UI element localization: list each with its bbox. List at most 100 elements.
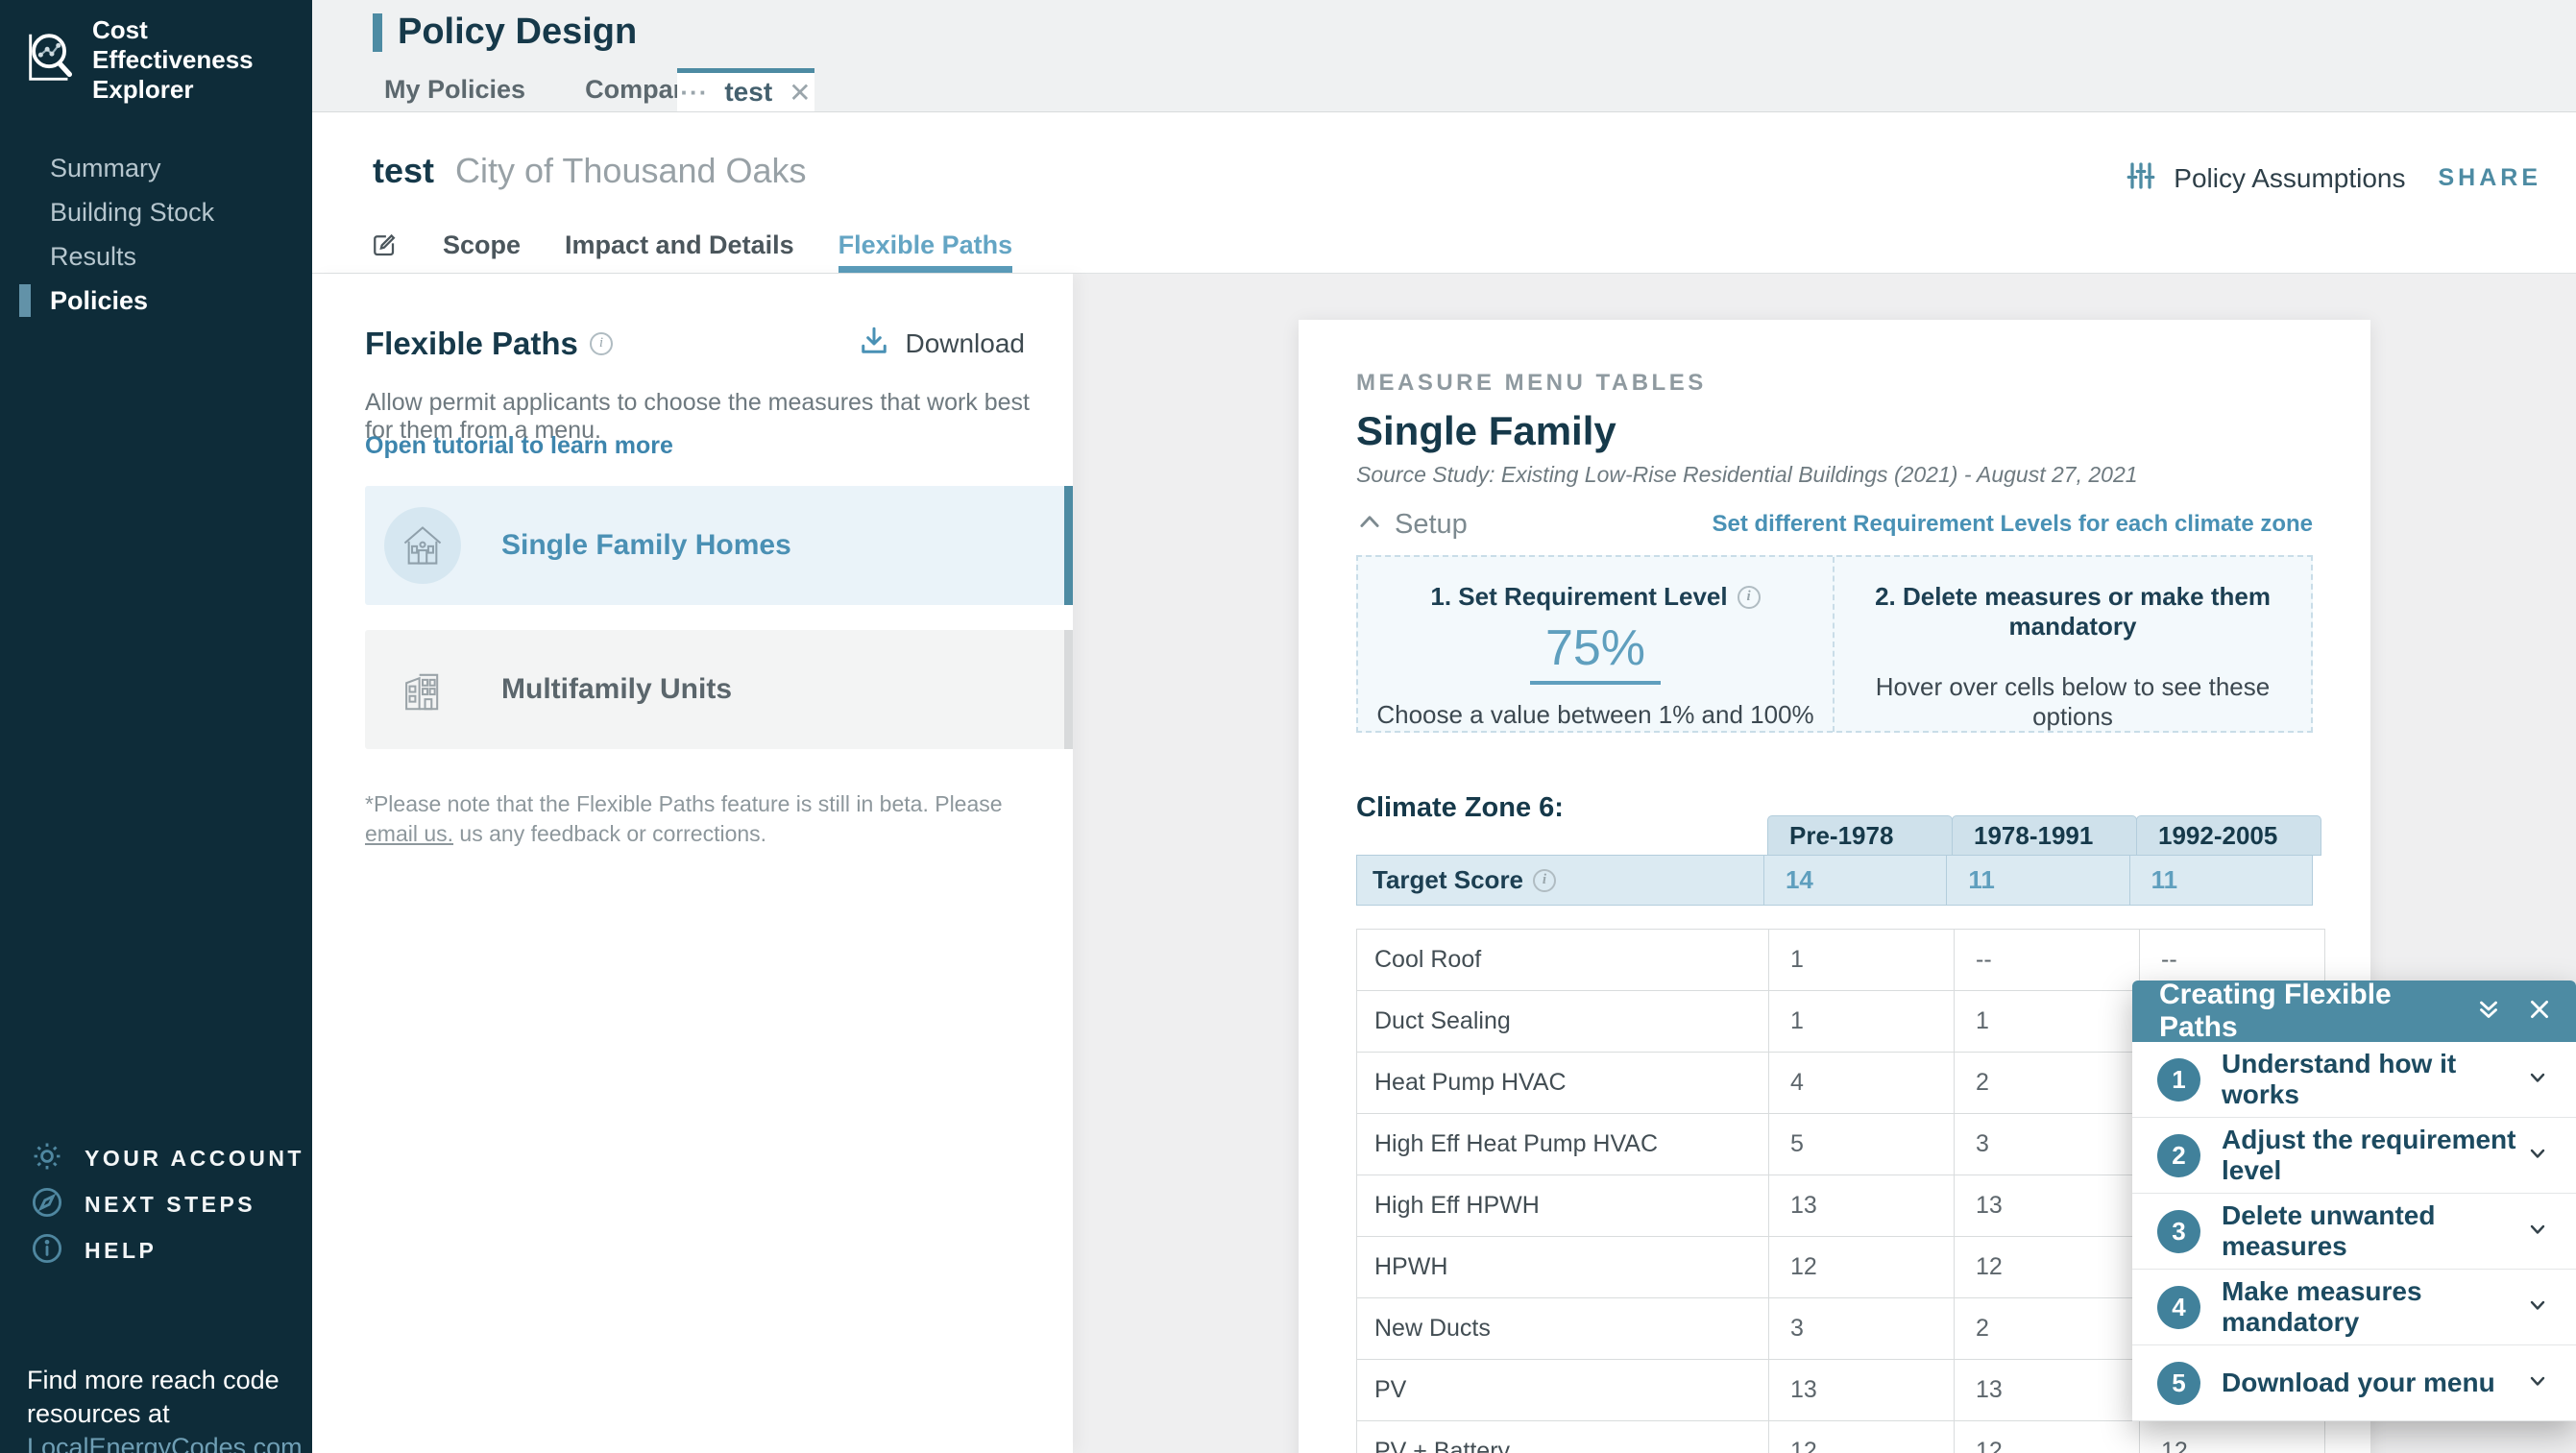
measure-value[interactable]: 12 — [1769, 1421, 1955, 1453]
column-header-pre-1978: Pre-1978 — [1767, 815, 1953, 856]
sidebar-footer-nav: YOUR ACCOUNT NEXT STEPS HELP — [0, 1135, 312, 1273]
tab-test-active[interactable]: ··· test ✕ — [677, 68, 814, 111]
measure-name: PV — [1357, 1360, 1769, 1421]
measure-name: PV + Battery — [1357, 1421, 1769, 1453]
tutorial-step-1[interactable]: 1 Understand how it works — [2132, 1042, 2576, 1118]
table-row: PV + Battery 12 12 12 — [1357, 1421, 2325, 1453]
tab-impact-and-details[interactable]: Impact and Details — [565, 217, 794, 273]
target-score-value[interactable]: 11 — [1946, 855, 2130, 906]
measure-value[interactable]: 1 — [1769, 930, 1955, 991]
tutorial-step-2[interactable]: 2 Adjust the requirement level — [2132, 1118, 2576, 1194]
setup-collapse-toggle[interactable]: Setup — [1356, 509, 1468, 541]
measure-value[interactable]: 5 — [1769, 1114, 1955, 1175]
your-account-button[interactable]: YOUR ACCOUNT — [0, 1135, 312, 1181]
tutorial-step-5[interactable]: 5 Download your menu — [2132, 1345, 2576, 1421]
flexible-paths-title: Flexible Paths — [365, 325, 578, 361]
app-logo[interactable]: Cost Effectiveness Explorer — [21, 15, 312, 105]
measure-name: HPWH — [1357, 1237, 1769, 1298]
next-steps-button[interactable]: NEXT STEPS — [0, 1181, 312, 1227]
measure-value[interactable]: 2 — [1955, 1298, 2140, 1360]
download-button[interactable]: Download — [857, 324, 1025, 363]
measure-value[interactable]: 13 — [1769, 1175, 1955, 1237]
measure-value[interactable]: 2 — [1955, 1053, 2140, 1114]
step-number-badge: 1 — [2157, 1057, 2200, 1102]
tab-test-label: test — [724, 77, 773, 107]
column-header-1978-1991: 1978-1991 — [1952, 815, 2137, 856]
open-tutorial-link[interactable]: Open tutorial to learn more — [365, 432, 673, 460]
measure-value[interactable]: 12 — [1955, 1421, 2140, 1453]
measure-value[interactable]: 3 — [1955, 1114, 2140, 1175]
flexible-paths-info-icon[interactable]: i — [589, 331, 613, 355]
step-label: Make measures mandatory — [2222, 1276, 2422, 1337]
help-button[interactable]: HELP — [0, 1227, 312, 1273]
policy-assumptions-button[interactable]: Policy Assumptions — [2124, 158, 2405, 198]
sidebar-item-building-stock[interactable]: Building Stock — [0, 190, 312, 234]
tab-close-icon[interactable]: ✕ — [789, 77, 811, 109]
card-multifamily-units[interactable]: Multifamily Units — [365, 630, 1068, 749]
tutorial-title: Creating Flexible Paths — [2159, 979, 2392, 1043]
measure-name: Duct Sealing — [1357, 991, 1769, 1053]
step-label: Delete unwanted measures — [2222, 1200, 2436, 1261]
measure-name: New Ducts — [1357, 1298, 1769, 1360]
house-icon — [384, 507, 461, 584]
policy-tabs: Scope Impact and Details Flexible Paths — [370, 217, 1013, 273]
sidebar-item-summary[interactable]: Summary — [0, 146, 312, 190]
policy-jurisdiction: City of Thousand Oaks — [455, 151, 807, 190]
chevron-up-icon — [1356, 509, 1383, 541]
tab-overflow-menu-icon[interactable]: ··· — [680, 78, 708, 108]
tab-flexible-paths[interactable]: Flexible Paths — [838, 217, 1013, 273]
chevron-down-icon — [2526, 1142, 2549, 1170]
measure-value[interactable]: 3 — [1769, 1298, 1955, 1360]
requirement-level-value[interactable]: 75% — [1529, 619, 1662, 685]
step2-hint: Hover over cells below to see these opti… — [1875, 672, 2271, 731]
measure-value[interactable]: 12 — [2140, 1421, 2325, 1453]
sidebar-item-policies[interactable]: Policies — [0, 278, 312, 323]
measure-value[interactable]: -- — [1955, 930, 2140, 991]
measure-value[interactable]: 12 — [1955, 1237, 2140, 1298]
measure-name: Cool Roof — [1357, 930, 1769, 991]
topbar: Policy Design My Policies Compare Polici… — [312, 0, 2576, 112]
tutorial-step-3[interactable]: 3 Delete unwanted measures — [2132, 1194, 2576, 1270]
local-energy-codes-link[interactable]: LocalEnergyCodes.com — [27, 1433, 303, 1453]
close-icon[interactable] — [2526, 996, 2553, 1028]
setup-row: Setup Set different Requirement Levels f… — [1356, 507, 2313, 542]
policy-assumptions-label: Policy Assumptions — [2174, 162, 2406, 193]
climate-zone-band: Climate Zone 6: Pre-1978 1978-1991 1992-… — [1356, 790, 2321, 856]
tutorial-step-4[interactable]: 4 Make measures mandatory — [2132, 1270, 2576, 1345]
measure-value[interactable]: 1 — [1955, 991, 2140, 1053]
email-us-link[interactable]: email us. — [365, 821, 453, 846]
chevron-down-icon — [2526, 1369, 2549, 1397]
target-score-value[interactable]: 14 — [1762, 855, 1948, 906]
policy-actions: Policy Assumptions SHARE — [2124, 158, 2541, 198]
gear-icon — [29, 1138, 65, 1179]
compass-icon — [29, 1184, 65, 1225]
unselected-card-indicator[interactable] — [1064, 630, 1073, 749]
minimize-double-chevron-icon[interactable] — [2474, 995, 2503, 1029]
chevron-down-icon — [2526, 1066, 2549, 1094]
policy-header: test City of Thousand Oaks Policy Assump… — [312, 112, 2576, 274]
measure-name: Heat Pump HVAC — [1357, 1053, 1769, 1114]
measure-value[interactable]: 1 — [1769, 991, 1955, 1053]
requirement-level-info-icon[interactable]: i — [1737, 585, 1761, 609]
next-steps-label: NEXT STEPS — [85, 1191, 256, 1217]
card-single-family-homes[interactable]: Single Family Homes — [365, 486, 1068, 605]
measure-value[interactable]: 13 — [1769, 1360, 1955, 1421]
sidebar-item-results[interactable]: Results — [0, 234, 312, 278]
setup-step-1: 1. Set Requirement Level i 75% Choose a … — [1358, 557, 1835, 732]
measure-value[interactable]: 13 — [1955, 1360, 2140, 1421]
set-requirement-levels-link[interactable]: Set different Requirement Levels for eac… — [1712, 511, 2313, 538]
page-title-row: Policy Design — [373, 12, 637, 53]
measure-value[interactable]: 12 — [1769, 1237, 1955, 1298]
edit-icon[interactable] — [370, 217, 399, 273]
step-label: Adjust the requirement level — [2222, 1125, 2516, 1185]
beta-note: *Please note that the Flexible Paths fea… — [365, 791, 1003, 846]
tab-scope[interactable]: Scope — [443, 217, 521, 273]
selected-card-indicator[interactable] — [1064, 486, 1073, 605]
target-score-value[interactable]: 11 — [2128, 855, 2313, 906]
measure-value[interactable]: 13 — [1955, 1175, 2140, 1237]
share-button[interactable]: SHARE — [2438, 164, 2541, 192]
measure-value[interactable]: 4 — [1769, 1053, 1955, 1114]
tab-my-policies[interactable]: My Policies — [384, 75, 525, 105]
target-score-info-icon[interactable]: i — [1533, 868, 1557, 892]
policy-name-row: test City of Thousand Oaks — [373, 151, 807, 191]
